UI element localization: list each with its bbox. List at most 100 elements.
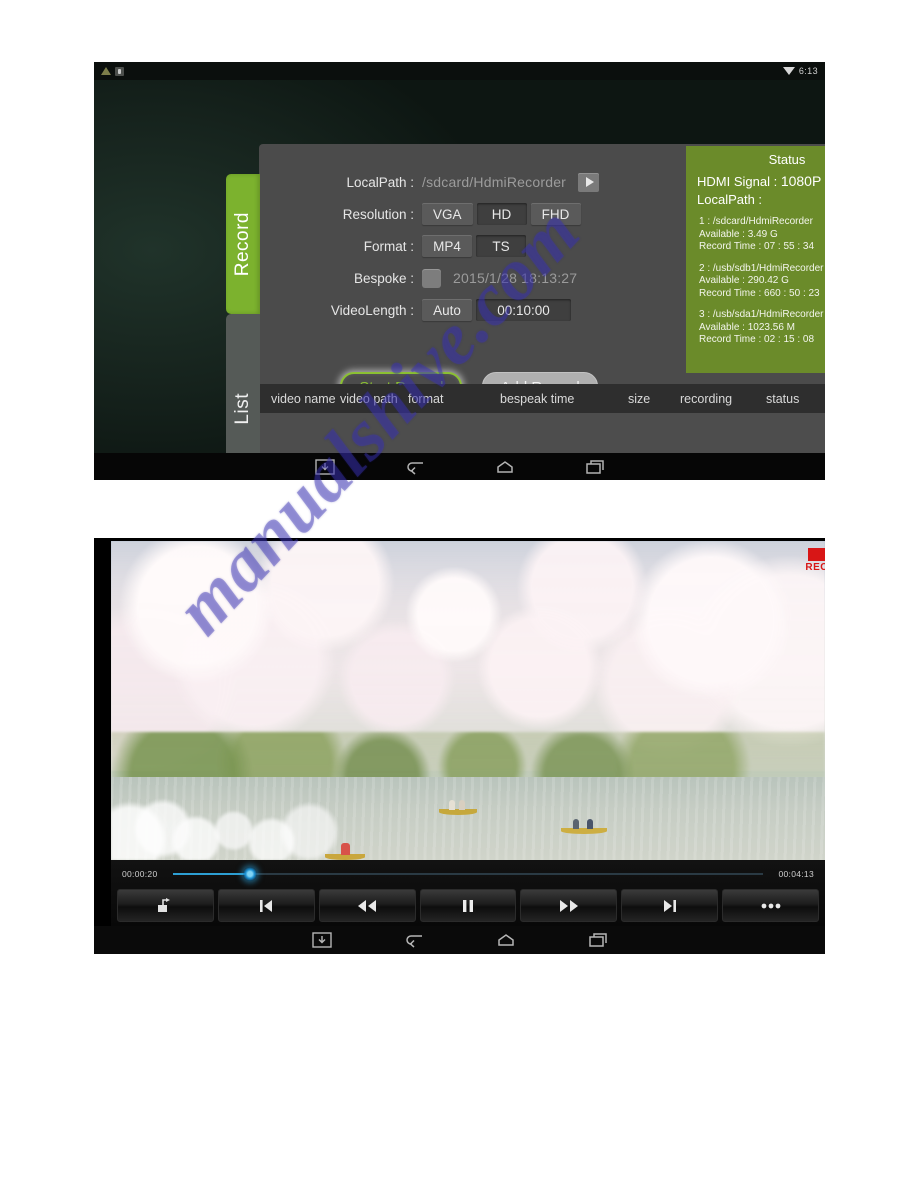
status-entry-available: Available : 1023.56 M [699,321,795,333]
back-icon[interactable] [403,931,425,949]
tab-list-label: List [232,393,253,425]
pause-icon [463,899,473,912]
status-entry-path: 2 : /usb/sdb1/HdmiRecorder [699,263,825,276]
recents-icon[interactable] [587,931,609,949]
status-entry-available: Available : 290.42 G [699,275,789,286]
status-entry-available: Available : 3.49 G [699,228,778,240]
status-entry-recordtime: Record Time : 02 : 15 : 08 [699,334,815,345]
row-format: Format : MP4 TS [259,230,679,262]
status-clock: 6:13 [798,66,818,76]
crowd-region [111,789,347,860]
eject-button[interactable] [117,889,214,922]
status-entry-recordtime: Record Time : 07 : 55 : 34 [699,241,815,252]
table-header-row: video name video path format bespeak tim… [260,384,825,413]
previous-icon [260,899,273,912]
recording-label: REC [805,562,825,573]
total-time: 00:04:13 [778,868,814,879]
seek-row: 00:00:20 00:04:13 [111,860,825,887]
status-system-icons: 6:13 [782,66,825,76]
transport-controls [117,889,820,922]
row-bespoke: Bespoke : 2015/1/28 18:13:27 [259,262,679,294]
seek-thumb[interactable] [242,867,257,881]
more-icon [761,903,780,908]
format-label: Format : [363,238,414,254]
seek-progress-fill [173,873,250,875]
seek-bar[interactable] [173,867,763,881]
next-button[interactable] [621,889,719,922]
recording-indicator: REC [805,548,825,573]
status-entry-pathvalue: /usb/sda1/HdmiRecorder [712,309,824,320]
bespoke-label: Bespoke : [353,270,414,286]
screenshot-video-player: REC 00:00:20 00:04:13 [94,538,825,954]
previous-button[interactable] [217,889,315,922]
row-localpath: LocalPath : /sdcard/HdmiRecorder [259,166,679,198]
tab-record-label: Record [232,211,253,277]
hdmi-signal-value: 1080P [780,173,822,189]
bespoke-checkbox[interactable] [422,268,441,288]
fast-forward-button[interactable] [520,889,618,922]
rewind-icon [358,899,377,912]
player-control-bar: 00:00:20 00:04:13 [111,860,825,927]
resolution-option-hd[interactable]: HD [476,203,527,225]
back-icon[interactable] [404,458,426,476]
column-video-path[interactable]: video path [340,392,408,406]
screenshot-icon[interactable] [311,931,333,949]
column-video-name[interactable]: video name [260,392,340,406]
resolution-option-vga[interactable]: VGA [422,203,473,225]
status-entry-path: 3 : /usb/sda1/HdmiRecorder [699,309,825,322]
status-entry: 3 : /usb/sda1/HdmiRecorder Available : 1… [686,309,825,347]
screenshot-icon[interactable] [314,458,336,476]
next-icon [663,899,676,912]
status-entry-path: 1 : /sdcard/HdmiRecorder [699,216,825,229]
eject-icon [158,897,171,912]
column-format[interactable]: format [408,392,500,406]
wifi-icon [782,67,795,75]
videolength-option-duration[interactable]: 00:10:00 [476,299,571,321]
current-time: 00:00:20 [122,868,158,879]
record-square-icon [807,548,825,561]
rowboat [439,800,478,816]
status-notification-icons [94,66,124,76]
status-entry: 2 : /usb/sdb1/HdmiRecorder Available : 2… [686,263,825,301]
resolution-label: Resolution : [342,206,414,222]
bespoke-datetime[interactable]: 2015/1/28 18:13:27 [453,270,577,286]
android-navigation-bar [94,453,825,480]
localpath-value[interactable]: /sdcard/HdmiRecorder [422,174,566,190]
status-entry-index: 1 : [699,216,711,227]
play-icon[interactable] [578,172,600,192]
home-icon[interactable] [495,931,517,949]
status-entry-index: 2 : [699,262,711,274]
rowboat [560,819,607,835]
hdmi-signal-label: HDMI Signal : [697,174,778,189]
home-icon[interactable] [494,458,516,476]
document-page: 6:13 Record List LocalPath : /sdcard/Hdm… [0,0,918,1188]
status-panel: Status HDMI Signal : 1080P LocalPath : 1… [686,146,825,373]
video-surface[interactable]: REC [111,541,825,860]
status-entry-index: 3 : [699,309,711,320]
status-entry-pathvalue: /usb/sdb1/HdmiRecorder [712,262,824,274]
status-localpath-label: LocalPath : [697,192,763,207]
android-status-bar: 6:13 [94,62,825,80]
column-recording[interactable]: recording [680,392,766,406]
pause-button[interactable] [419,889,517,922]
recents-icon[interactable] [584,458,606,476]
status-panel-title: Status [768,152,806,167]
format-option-ts[interactable]: TS [476,235,526,257]
status-entry: 1 : /sdcard/HdmiRecorder Available : 3.4… [686,216,825,254]
videolength-option-auto[interactable]: Auto [422,299,472,321]
row-videolength: VideoLength : Auto 00:10:00 [259,294,679,326]
android-navigation-bar [94,926,825,954]
fast-forward-icon [559,899,578,912]
column-bespeak-time[interactable]: bespeak time [500,392,628,406]
rewind-button[interactable] [318,889,416,922]
tab-record[interactable]: Record [226,174,260,314]
format-option-mp4[interactable]: MP4 [422,235,472,257]
row-resolution: Resolution : VGA HD FHD [259,198,679,230]
resolution-option-fhd[interactable]: FHD [530,203,581,225]
column-status[interactable]: status [766,392,825,406]
column-size[interactable]: size [628,392,680,406]
sd-card-icon [115,66,124,76]
more-button[interactable] [722,889,820,922]
hdmi-signal-row: HDMI Signal : 1080P [686,173,825,189]
record-settings-form: LocalPath : /sdcard/HdmiRecorder Resolut… [259,144,679,376]
